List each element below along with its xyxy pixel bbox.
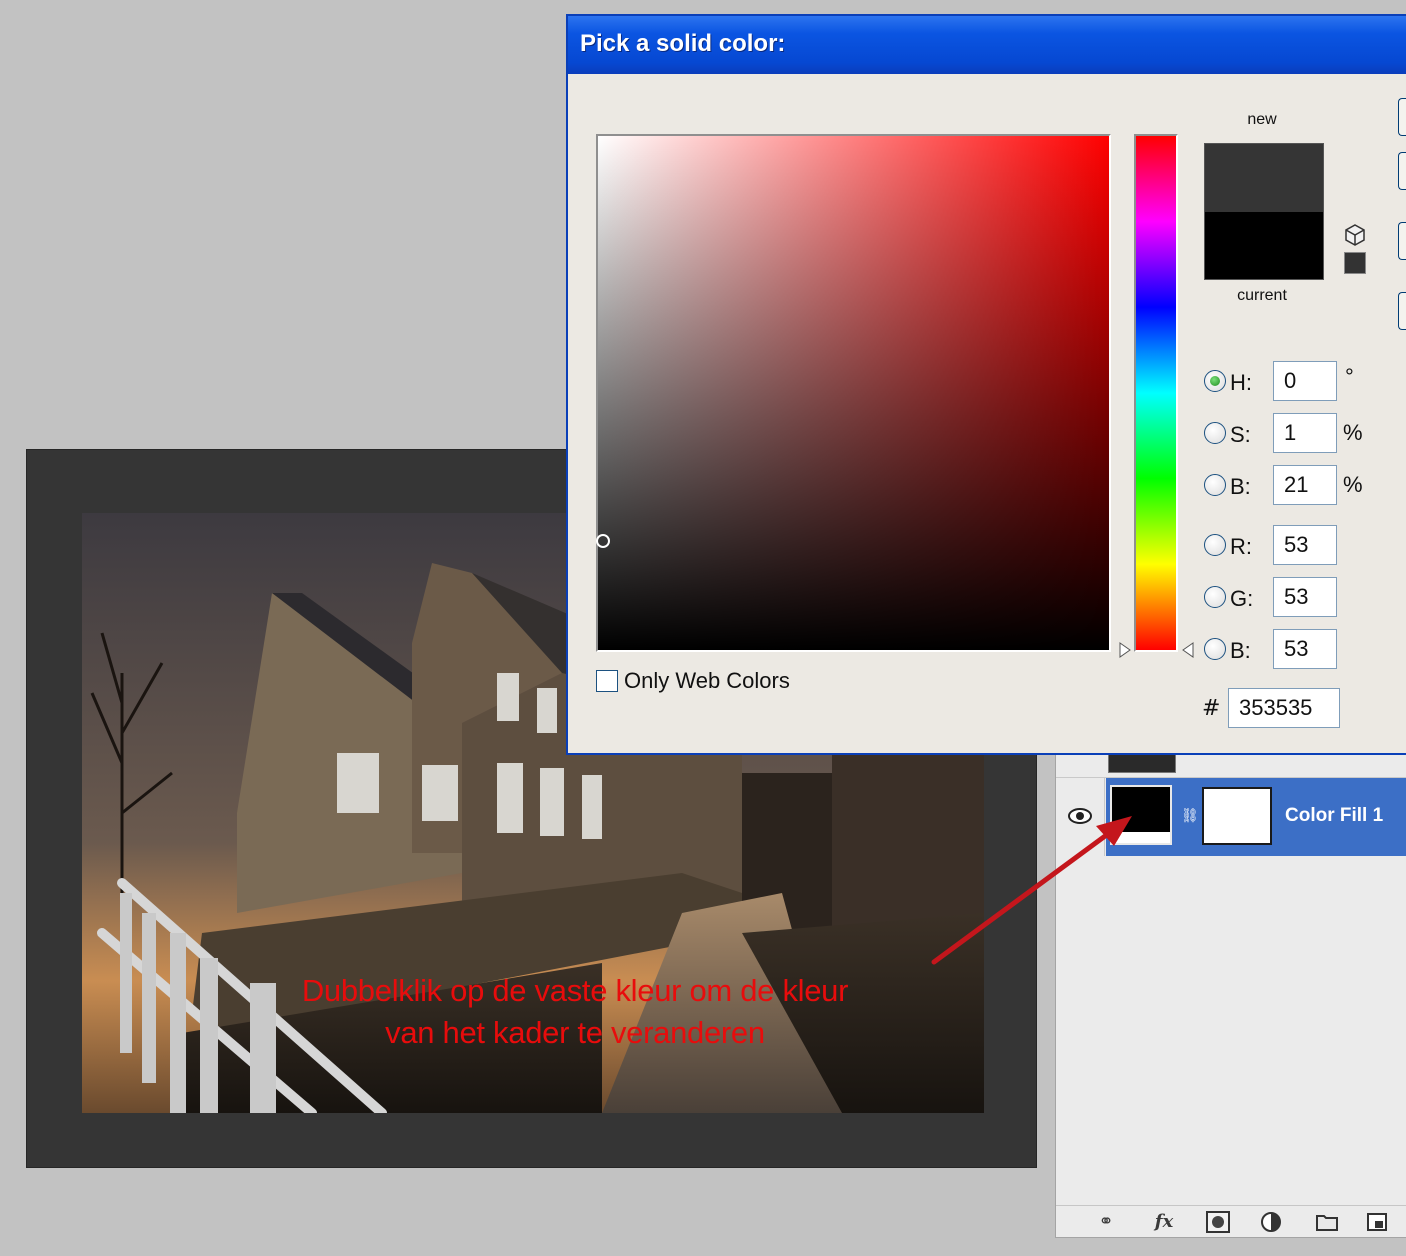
saturation-label: S: xyxy=(1230,422,1251,447)
layers-panel-footer: ⚭ fx xyxy=(1056,1205,1406,1238)
cancel-button-edge[interactable] xyxy=(1398,152,1406,190)
link-layers-icon[interactable]: ⚭ xyxy=(1086,1210,1126,1234)
color-libraries-button-edge[interactable] xyxy=(1398,292,1406,330)
web-safe-cube-icon[interactable] xyxy=(1343,223,1367,247)
only-web-colors-checkbox[interactable] xyxy=(596,670,618,692)
folder-icon[interactable] xyxy=(1312,1210,1342,1234)
current-color-swatch[interactable] xyxy=(1204,212,1324,280)
radio-green[interactable] xyxy=(1204,586,1226,608)
chain-link-icon[interactable]: ⛓ xyxy=(1181,805,1199,827)
blue-label: B: xyxy=(1230,638,1251,663)
new-layer-icon[interactable] xyxy=(1362,1210,1392,1234)
saturation-brightness-field[interactable] xyxy=(596,134,1111,652)
brightness-input[interactable]: 21 xyxy=(1273,465,1337,505)
current-color-label: current xyxy=(1237,287,1287,304)
web-safe-color-swatch[interactable] xyxy=(1344,252,1366,274)
hue-slider-left-arrow-icon[interactable] xyxy=(1119,642,1131,658)
hue-label: H: xyxy=(1230,370,1252,395)
instruction-line-2: van het kader te veranderen xyxy=(385,1015,765,1050)
brightness-label: B: xyxy=(1230,474,1251,499)
red-input[interactable]: 53 xyxy=(1273,525,1337,565)
hex-hash-label: # xyxy=(1202,696,1221,721)
radio-red[interactable] xyxy=(1204,534,1226,556)
hue-input[interactable]: 0 xyxy=(1273,361,1337,401)
hue-unit: ° xyxy=(1345,364,1354,389)
new-color-label: new xyxy=(1247,111,1277,128)
red-label: R: xyxy=(1230,534,1252,559)
color-picker-dialog: Pick a solid color: new current H: 0 ° S… xyxy=(566,14,1406,755)
layer-mask-thumbnail[interactable] xyxy=(1202,787,1272,845)
dialog-title: Pick a solid color: xyxy=(580,30,786,57)
instruction-line-1: Dubbelklik op de vaste kleur om de kleur xyxy=(301,973,849,1008)
hex-input[interactable]: 353535 xyxy=(1228,688,1340,728)
blue-input[interactable]: 53 xyxy=(1273,629,1337,669)
color-field-marker[interactable] xyxy=(596,534,610,548)
radio-brightness[interactable] xyxy=(1204,474,1226,496)
saturation-unit: % xyxy=(1343,420,1363,445)
only-web-colors-label[interactable]: Only Web Colors xyxy=(624,668,790,694)
fx-icon[interactable]: fx xyxy=(1144,1210,1184,1234)
green-input[interactable]: 53 xyxy=(1273,577,1337,617)
hue-slider[interactable] xyxy=(1134,134,1178,652)
dialog-titlebar[interactable]: Pick a solid color: xyxy=(568,16,1406,74)
add-to-swatches-button-edge[interactable] xyxy=(1398,222,1406,260)
adjustment-layer-icon[interactable] xyxy=(1256,1210,1288,1234)
add-mask-icon[interactable] xyxy=(1204,1210,1232,1234)
instruction-annotation: Dubbelklik op de vaste kleur om de kleur… xyxy=(205,970,945,1054)
new-color-swatch xyxy=(1204,143,1324,212)
radio-saturation[interactable] xyxy=(1204,422,1226,444)
saturation-input[interactable]: 1 xyxy=(1273,413,1337,453)
ok-button-edge[interactable] xyxy=(1398,98,1406,136)
annotation-arrow xyxy=(931,816,1132,965)
green-label: G: xyxy=(1230,586,1254,611)
brightness-unit: % xyxy=(1343,472,1363,497)
radio-hue[interactable] xyxy=(1204,370,1226,392)
layer-name[interactable]: Color Fill 1 xyxy=(1285,805,1383,827)
hue-slider-right-arrow-icon[interactable] xyxy=(1182,642,1194,658)
radio-blue[interactable] xyxy=(1204,638,1226,660)
